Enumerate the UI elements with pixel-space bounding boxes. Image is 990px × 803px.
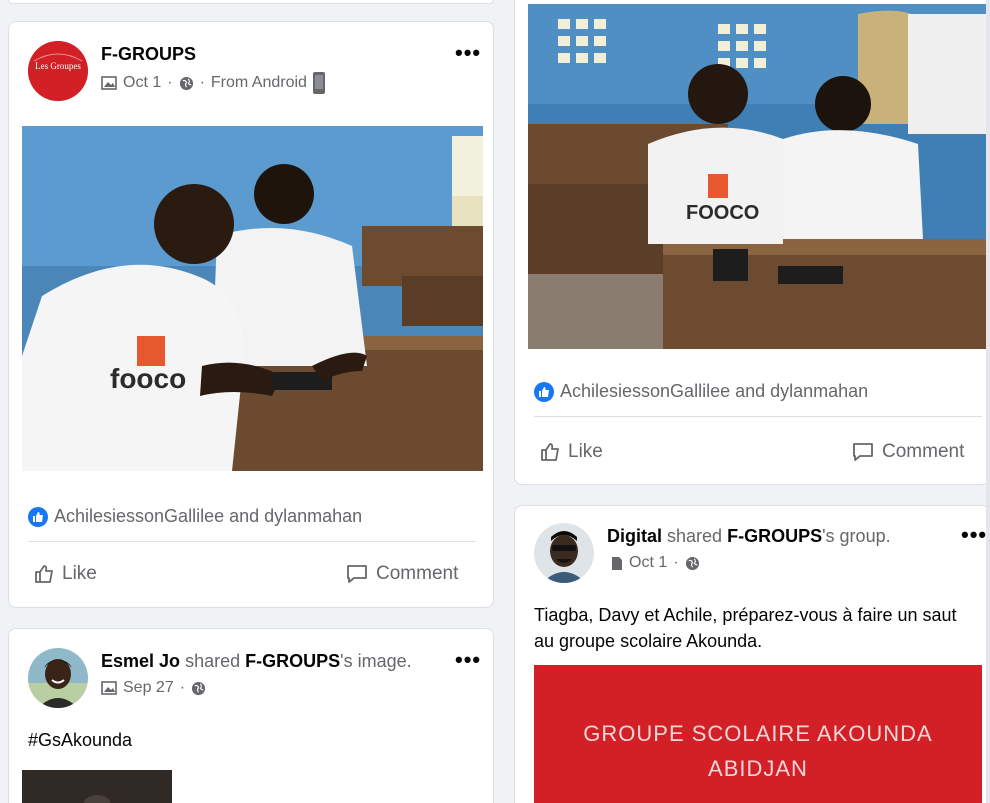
banner-title: GROUPE SCOLAIRE AKOUNDA (583, 721, 933, 746)
post-card-right-top: FOOCO AchilesiessonGallilee and dylanmah… (514, 0, 990, 485)
like-label: Like (62, 563, 97, 584)
scrollbar[interactable] (986, 0, 990, 803)
like-icon (35, 565, 53, 583)
globe-icon (685, 556, 699, 570)
phone-icon (312, 72, 325, 94)
comment-label: Comment (376, 563, 459, 584)
banner-subtitle: ABIDJAN (708, 756, 808, 781)
globe-icon (179, 76, 193, 90)
post-text: #GsAkounda (28, 730, 133, 750)
post-date[interactable]: Oct 1 (629, 554, 667, 572)
reactions-divider (28, 541, 476, 542)
user-photo (28, 648, 88, 708)
shared-suffix: 's group. (822, 526, 891, 546)
post-text: Tiagba, Davy et Achile, préparez-vous à … (534, 605, 957, 651)
svg-text:FOOCO: FOOCO (686, 202, 759, 224)
like-reaction-icon (28, 506, 48, 527)
post-photo-classroom[interactable]: FOOCO (528, 4, 989, 349)
like-button[interactable]: Like (34, 563, 97, 585)
post-photo-students[interactable]: fooco (22, 126, 483, 471)
post-banner[interactable]: GROUPE SCOLAIRE AKOUNDA ABIDJAN (534, 665, 982, 803)
classroom-photo: fooco (22, 126, 483, 471)
user-photo (534, 523, 594, 583)
post-date[interactable]: Sep 27 (123, 679, 174, 697)
photo-icon (101, 76, 117, 90)
comment-icon (347, 565, 367, 583)
post-meta: Oct 1 · · From Android (101, 72, 325, 94)
post-card-fgroups: Les Groupes F-GROUPS Oct 1 · · From Andr… (8, 21, 494, 608)
shared-owner[interactable]: F-GROUPS (727, 526, 822, 546)
shared-text: shared (185, 651, 241, 671)
post-author-line: Esmel Jo shared F-GROUPS's image. (101, 651, 412, 672)
more-icon[interactable]: ••• (961, 524, 987, 546)
reactions-text: AchilesiessonGallilee and dylanmahan (560, 381, 869, 401)
shared-owner[interactable]: F-GROUPS (245, 651, 340, 671)
post-meta: Oct 1 · (611, 554, 700, 572)
post-photo-thumbnail[interactable] (22, 770, 172, 803)
svg-text:fooco: fooco (110, 363, 186, 394)
avatar-logo-text: Les Groupes (35, 61, 81, 71)
avatar[interactable] (534, 523, 594, 583)
more-icon[interactable]: ••• (455, 42, 481, 64)
previous-post-bottom-left (8, 0, 494, 4)
post-author[interactable]: Esmel Jo (101, 651, 180, 671)
reactions-text: AchilesiessonGallilee and dylanmahan (54, 506, 363, 526)
reactions-summary[interactable]: AchilesiessonGallilee and dylanmahan (28, 506, 362, 527)
photo-icon (101, 681, 117, 695)
post-author[interactable]: F-GROUPS (101, 44, 196, 65)
post-card-esmel-jo: Esmel Jo shared F-GROUPS's image. Sep 27… (8, 628, 494, 803)
comment-button[interactable]: Comment (346, 563, 458, 585)
avatar[interactable]: Les Groupes (28, 41, 88, 101)
avatar[interactable] (28, 648, 88, 708)
like-label: Like (568, 441, 603, 462)
post-card-digital: Digital shared F-GROUPS's group. Oct 1 ·… (514, 505, 990, 803)
like-icon (541, 443, 559, 461)
comment-label: Comment (882, 441, 965, 462)
comment-icon (853, 443, 873, 461)
globe-icon (191, 681, 206, 695)
post-meta: Sep 27 · (101, 679, 206, 697)
post-date[interactable]: Oct 1 (123, 74, 161, 92)
shared-text: shared (667, 526, 723, 546)
dark-photo (22, 770, 172, 803)
reactions-divider (534, 416, 982, 417)
reactions-summary[interactable]: AchilesiessonGallilee and dylanmahan (534, 381, 868, 402)
comment-button[interactable]: Comment (852, 441, 964, 463)
post-author-line: Digital shared F-GROUPS's group. (607, 526, 891, 547)
post-author[interactable]: Digital (607, 526, 662, 546)
document-icon (612, 556, 622, 570)
like-button[interactable]: Like (540, 441, 603, 463)
post-source: From Android (210, 74, 307, 91)
classroom-photo-2: FOOCO (528, 4, 989, 349)
like-reaction-icon (534, 381, 554, 402)
more-icon[interactable]: ••• (455, 649, 481, 671)
fgroups-logo (28, 41, 88, 101)
shared-suffix: 's image. (340, 651, 412, 671)
